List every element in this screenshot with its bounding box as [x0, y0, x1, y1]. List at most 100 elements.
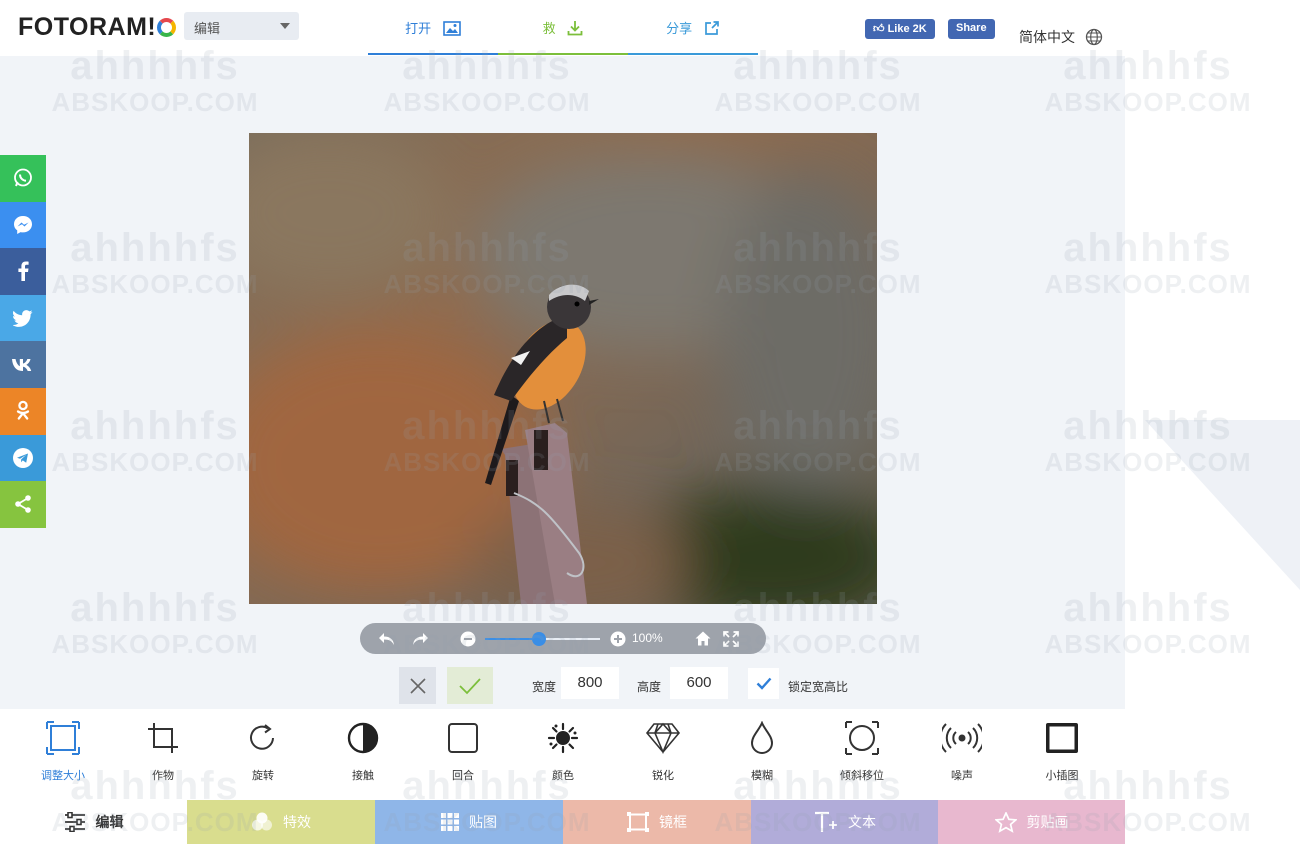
tool-label: 颜色 [552, 770, 574, 782]
mode-select[interactable]: 编辑 [184, 12, 299, 40]
facebook-icon [18, 261, 29, 282]
resize-icon [18, 721, 108, 755]
noise-icon [917, 721, 1007, 755]
width-input[interactable]: 800 [561, 667, 619, 699]
app-logo[interactable]: FOTORAM! [18, 13, 177, 42]
round-corner-icon [418, 721, 508, 755]
vignette-icon [1017, 721, 1107, 755]
messenger-icon [14, 215, 32, 234]
tab-share[interactable]: 分享 [628, 0, 758, 56]
tab-clipart[interactable]: 剪贴画 [938, 800, 1125, 844]
category-tabs: 编辑 特效 贴图 镜框 文本 剪贴画 [0, 800, 1125, 844]
contrast-icon [318, 721, 408, 755]
rotate-icon [218, 721, 308, 755]
vk-share-button[interactable] [0, 341, 46, 388]
height-input[interactable]: 600 [670, 667, 728, 699]
undo-button[interactable] [374, 623, 400, 654]
tab-effects[interactable]: 特效 [187, 800, 375, 844]
zoom-slider-handle[interactable] [532, 632, 547, 646]
whatsapp-share-button[interactable] [0, 155, 46, 202]
social-share-bar [0, 155, 46, 528]
sliders-icon [64, 812, 86, 832]
more-share-button[interactable] [0, 481, 46, 528]
tool-vignette[interactable]: 小插图 [1017, 721, 1107, 783]
tab-text[interactable]: 文本 [751, 800, 939, 844]
tab-stickers[interactable]: 贴图 [375, 800, 563, 844]
odnoklassniki-share-button[interactable] [0, 387, 46, 435]
language-label: 简体中文 [1019, 29, 1075, 45]
chevron-down-icon [280, 23, 290, 29]
fit-home-button[interactable] [692, 623, 714, 654]
telegram-icon [13, 447, 33, 468]
top-nav: 打开 救 分享 [368, 0, 758, 56]
tool-blur[interactable]: 模糊 [717, 721, 807, 783]
lock-aspect-checkbox[interactable] [748, 668, 779, 699]
tab-save[interactable]: 救 [498, 0, 628, 56]
close-icon [409, 677, 426, 694]
apply-button[interactable] [447, 667, 493, 704]
fullscreen-button[interactable] [720, 623, 742, 654]
telegram-share-button[interactable] [0, 434, 46, 482]
mode-select-value: 编辑 [194, 21, 221, 36]
facebook-share-button[interactable]: Share [948, 19, 995, 39]
zoom-toolbar: 100% [360, 623, 766, 654]
checkmark-icon [459, 677, 481, 694]
text-icon [814, 811, 838, 833]
zoom-slider-fill [485, 638, 540, 640]
tool-sharpen[interactable]: 锐化 [618, 721, 708, 783]
language-selector[interactable]: 简体中文 [1019, 27, 1103, 49]
effects-icon [251, 812, 273, 832]
messenger-share-button[interactable] [0, 201, 46, 249]
facebook-share-side-button[interactable] [0, 248, 46, 295]
tool-noise[interactable]: 噪声 [917, 721, 1007, 783]
tab-open[interactable]: 打开 [368, 0, 498, 56]
vk-icon [12, 358, 32, 371]
checkmark-icon [756, 677, 771, 690]
tool-label: 模糊 [751, 770, 773, 782]
facebook-like-button[interactable]: 👍︎ Like 2K [865, 19, 935, 39]
tab-share-underline [628, 53, 758, 55]
tool-label: 小插图 [1045, 770, 1079, 782]
odnoklassniki-icon [16, 401, 30, 420]
tab-save-underline [498, 53, 628, 55]
tab-frames[interactable]: 镜框 [563, 800, 751, 844]
star-icon [994, 811, 1017, 833]
tab-edit[interactable]: 编辑 [0, 800, 187, 844]
tool-label: 接触 [352, 770, 374, 782]
twitter-share-button[interactable] [0, 294, 46, 342]
tool-resize[interactable]: 调整大小 [18, 721, 108, 783]
logo-ring-icon [157, 18, 177, 37]
twitter-icon [13, 309, 33, 327]
tool-crop[interactable]: 作物 [118, 721, 208, 783]
tool-round[interactable]: 回合 [418, 721, 508, 783]
lock-aspect-label: 锁定宽高比 [788, 680, 849, 694]
cancel-button[interactable] [399, 667, 436, 704]
zoom-out-button[interactable] [458, 623, 478, 654]
like-label: Like 2K [887, 23, 927, 35]
tab-text-label: 文本 [848, 814, 876, 830]
tab-clipart-label: 剪贴画 [1026, 814, 1069, 830]
tool-color[interactable]: 颜色 [518, 721, 608, 783]
droplet-icon [717, 721, 807, 755]
tool-label: 调整大小 [41, 770, 85, 782]
color-splash-icon [518, 721, 608, 755]
tab-open-underline [368, 53, 498, 55]
zoom-slider[interactable] [485, 632, 600, 646]
right-side-decoration [1145, 420, 1300, 590]
tab-frames-label: 镜框 [659, 814, 687, 830]
tool-label: 作物 [152, 770, 174, 782]
grid-icon [441, 813, 459, 831]
watermark-text: ahhhhfsABSKOOP.COM [51, 226, 259, 299]
zoom-level: 100% [632, 631, 663, 645]
zoom-in-button[interactable] [608, 623, 628, 654]
redo-button[interactable] [407, 623, 433, 654]
tool-tilt-shift[interactable]: 倾斜移位 [817, 721, 907, 783]
fullscreen-icon [723, 630, 739, 647]
tool-contrast[interactable]: 接触 [318, 721, 408, 783]
photo-canvas[interactable] [249, 133, 877, 604]
tab-stickers-label: 贴图 [469, 814, 497, 830]
crop-icon [118, 721, 208, 755]
download-icon [567, 20, 583, 39]
tool-rotate[interactable]: 旋转 [218, 721, 308, 783]
top-bar: FOTORAM! 编辑 打开 救 分享 👍︎ Like 2K Share 简体中… [0, 0, 1300, 56]
